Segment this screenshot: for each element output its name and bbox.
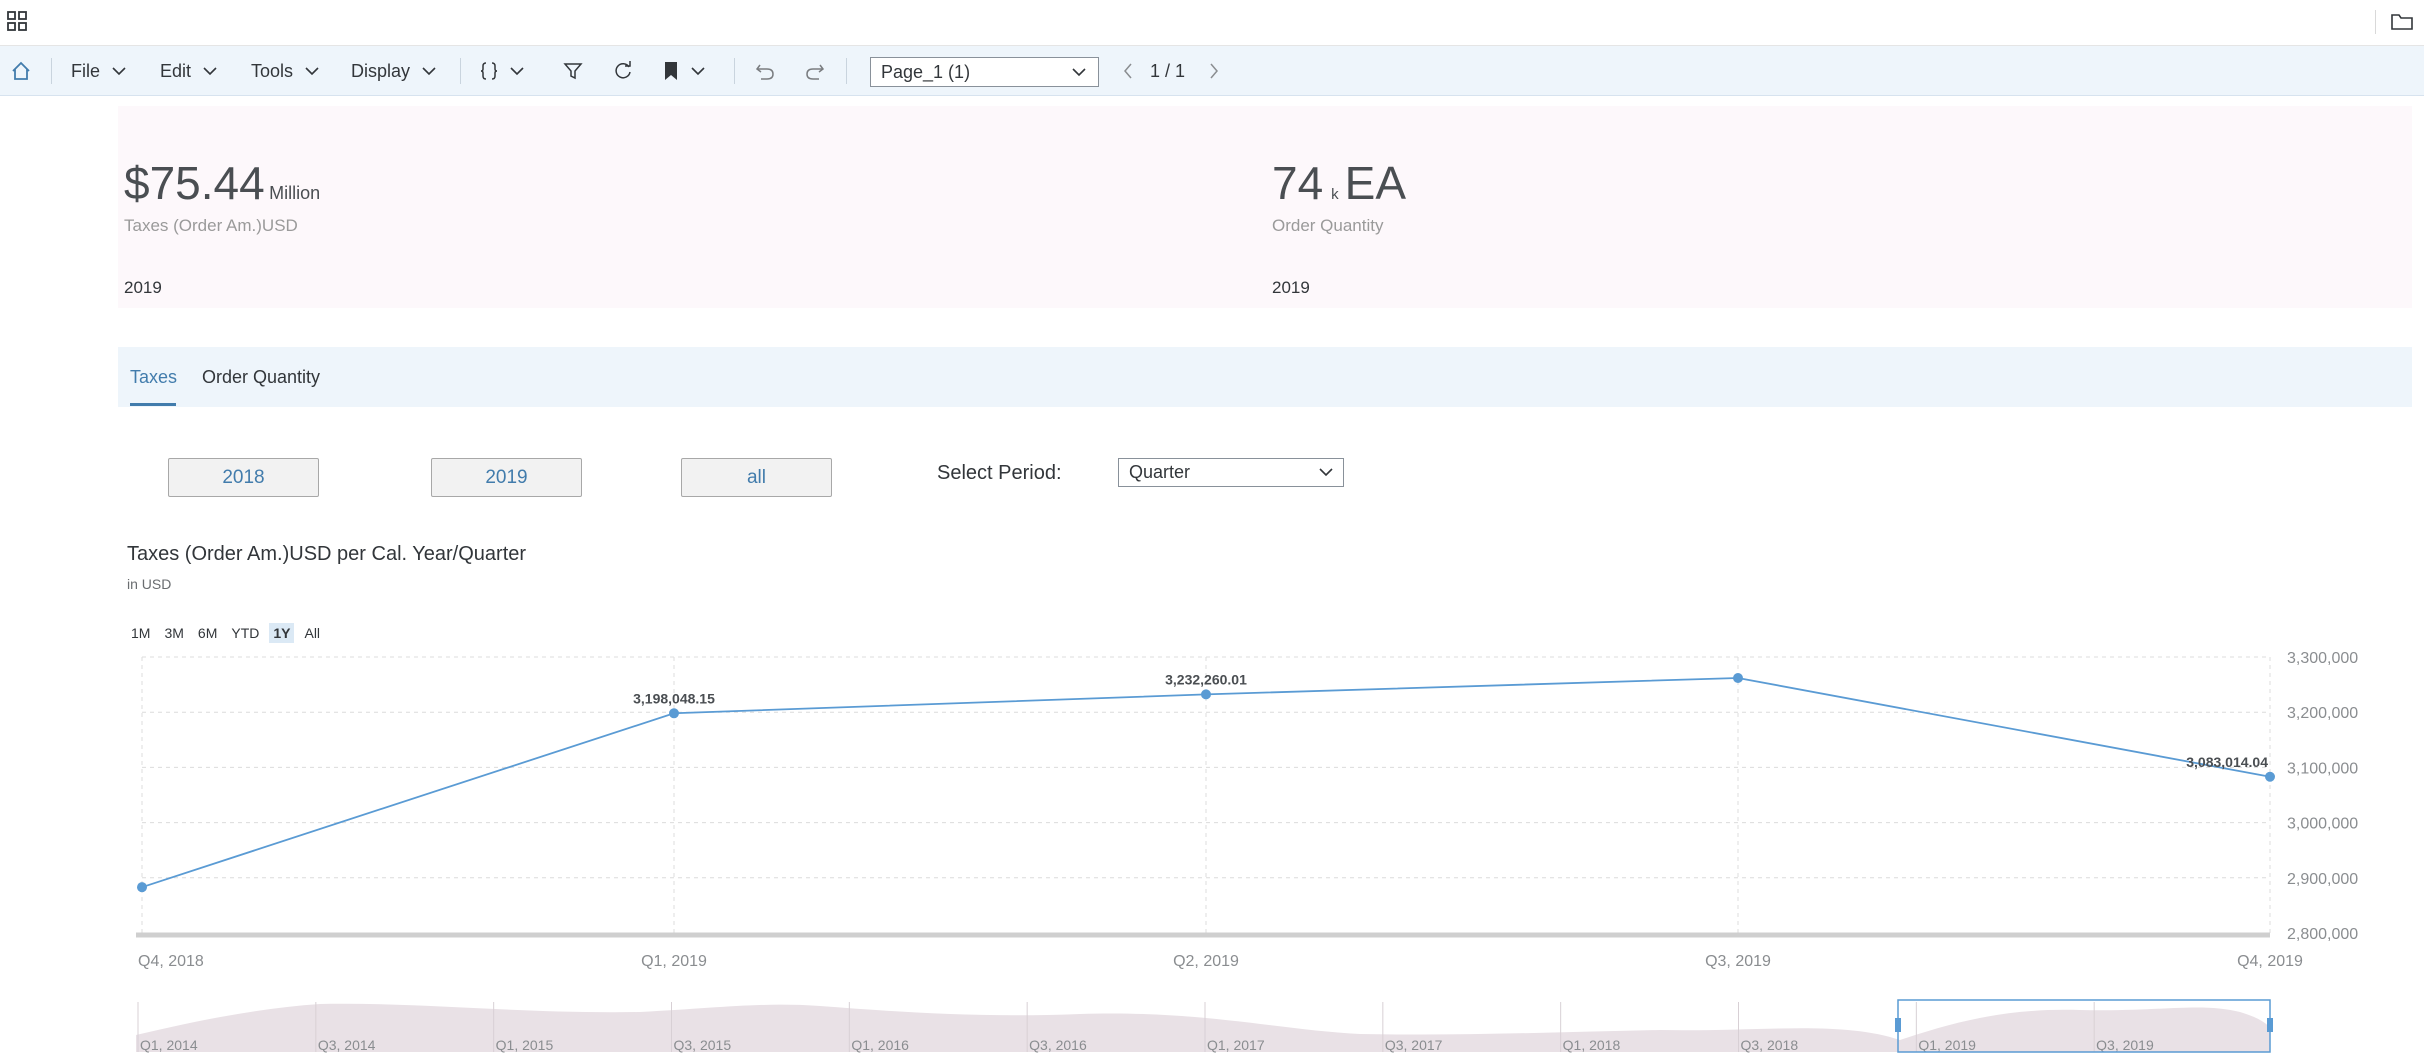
undo-icon[interactable]: [753, 59, 777, 83]
app-launcher-icon[interactable]: [6, 10, 28, 32]
home-icon[interactable]: [9, 59, 33, 83]
navigator-label: Q1, 2018: [1563, 1037, 1621, 1053]
series-line: [141, 677, 2271, 889]
top-bar: [0, 0, 2424, 46]
kpi-quantity-label: Order Quantity: [1272, 216, 1384, 235]
navigator-label: Q1, 2014: [140, 1037, 198, 1053]
tools-menu-label: Tools: [251, 60, 294, 81]
year-all-button[interactable]: all: [681, 458, 832, 497]
topbar-divider: [2375, 10, 2376, 34]
taxes-line-chart: 2,800,000 2,900,000 3,000,000 3,100,000 3,20…: [136, 650, 2358, 1053]
active-tab-indicator: [130, 403, 176, 406]
previous-page-icon[interactable]: [1116, 59, 1140, 83]
chart-subtitle: in USD: [127, 576, 172, 592]
refresh-icon[interactable]: [611, 59, 635, 83]
select-period-label: Select Period:: [937, 462, 1062, 484]
data-label: 3,198,048.15: [633, 690, 715, 706]
navigator-label: Q1, 2017: [1207, 1037, 1265, 1053]
x-tick-label: Q3, 2019: [1705, 953, 1771, 970]
bookmark-icon: [665, 62, 677, 80]
y-tick-label: 2,800,000: [2287, 926, 2358, 943]
data-point: [1201, 689, 1211, 700]
toolbar-divider: [460, 58, 461, 84]
filter-icon[interactable]: [561, 59, 585, 83]
y-tick-label: 2,900,000: [2287, 871, 2358, 888]
navigator-label: Q3, 2014: [318, 1037, 376, 1053]
navigator-handle-right[interactable]: [2267, 1018, 2273, 1032]
chevron-down-icon: [1319, 468, 1333, 477]
redo-icon[interactable]: [803, 59, 827, 83]
navigator-label: Q3, 2017: [1385, 1037, 1443, 1053]
y-tick-label: 3,100,000: [2287, 760, 2358, 777]
file-menu-label: File: [71, 60, 101, 81]
display-menu-label: Display: [351, 60, 411, 81]
period-select-value: Quarter: [1129, 462, 1191, 482]
data-point: [1733, 672, 1743, 683]
page-select-value: Page_1 (1): [881, 62, 971, 82]
tab-order-quantity[interactable]: Order Quantity: [202, 367, 320, 388]
data-label: 3,083,014.04: [2186, 754, 2268, 770]
x-tick-label: Q1, 2019: [641, 953, 707, 970]
period-select[interactable]: Quarter: [1118, 458, 1344, 487]
kpi-quantity-value: 74: [1272, 157, 1324, 209]
navigator-label: Q3, 2019: [2096, 1037, 2154, 1053]
page-select[interactable]: Page_1 (1): [870, 57, 1099, 87]
x-tick-label: Q4, 2019: [2237, 953, 2303, 970]
edit-menu[interactable]: Edit: [160, 46, 217, 96]
navigator-label: Q3, 2015: [674, 1037, 732, 1053]
bookmark-menu-button[interactable]: [661, 59, 713, 83]
toolbar-divider: [734, 58, 735, 84]
tab-taxes[interactable]: Taxes: [130, 367, 177, 388]
tools-menu[interactable]: Tools: [251, 46, 319, 96]
chevron-down-icon: [510, 66, 524, 75]
main-toolbar: File Edit Tools Display Page_1 (1) 1 / 1: [0, 46, 2424, 96]
toolbar-divider: [846, 58, 847, 84]
x-tick-label: Q4, 2018: [138, 953, 204, 970]
chevron-down-icon: [422, 66, 436, 75]
chevron-down-icon: [203, 66, 217, 75]
data-point: [2265, 771, 2275, 782]
navigator-label: Q3, 2016: [1029, 1037, 1087, 1053]
kpi-taxes-value: $75.44: [124, 157, 265, 209]
chevron-down-icon: [305, 66, 319, 75]
next-page-icon[interactable]: [1202, 59, 1226, 83]
kpi-taxes-scale: Million: [269, 183, 321, 203]
y-tick-label: 3,000,000: [2287, 816, 2358, 833]
kpi-quantity-unit: EA: [1344, 157, 1407, 209]
kpi-quantity-year: 2019: [1272, 278, 1310, 297]
x-tick-label: Q2, 2019: [1173, 953, 1239, 970]
navigator-label: Q1, 2016: [851, 1037, 909, 1053]
kpi-value-row: 74 k EA: [1272, 156, 1406, 210]
navigator-label: Q3, 2018: [1741, 1037, 1799, 1053]
y-tick-label: 3,300,000: [2287, 650, 2358, 667]
chevron-down-icon: [1072, 68, 1086, 77]
year-2019-button[interactable]: 2019: [431, 458, 582, 497]
page-indicator: 1 / 1: [1150, 60, 1186, 81]
kpi-taxes-year: 2019: [124, 278, 162, 297]
navigator-label: Q1, 2015: [496, 1037, 554, 1053]
navigator-area-history: [136, 1003, 1900, 1052]
data-label: 3,232,260.01: [1165, 671, 1247, 687]
file-menu[interactable]: File: [71, 46, 126, 96]
tab-bar: Taxes Order Quantity: [118, 347, 2412, 407]
navigator-label: Q1, 2019: [1918, 1037, 1976, 1053]
kpi-value-row: $75.44 Million: [124, 156, 320, 210]
formula-menu-button[interactable]: [478, 59, 526, 83]
y-tick-label: 3,200,000: [2287, 705, 2358, 722]
data-point: [669, 708, 679, 719]
folder-icon[interactable]: [2390, 10, 2414, 32]
chevron-down-icon: [112, 66, 126, 75]
display-menu[interactable]: Display: [351, 46, 436, 96]
navigator-handle-left[interactable]: [1895, 1018, 1901, 1032]
year-2018-button[interactable]: 2018: [168, 458, 319, 497]
chevron-down-icon: [691, 66, 705, 75]
kpi-panel: $75.44 Million Taxes (Order Am.)USD 2019…: [118, 106, 2412, 308]
kpi-quantity-scale-prefix: k: [1331, 186, 1339, 203]
data-point: [137, 882, 147, 893]
edit-menu-label: Edit: [160, 60, 192, 81]
kpi-taxes-label: Taxes (Order Am.)USD: [124, 216, 298, 235]
curly-braces-icon: [480, 62, 498, 80]
chart-title: Taxes (Order Am.)USD per Cal. Year/Quart…: [127, 543, 527, 565]
toolbar-divider: [51, 58, 52, 84]
